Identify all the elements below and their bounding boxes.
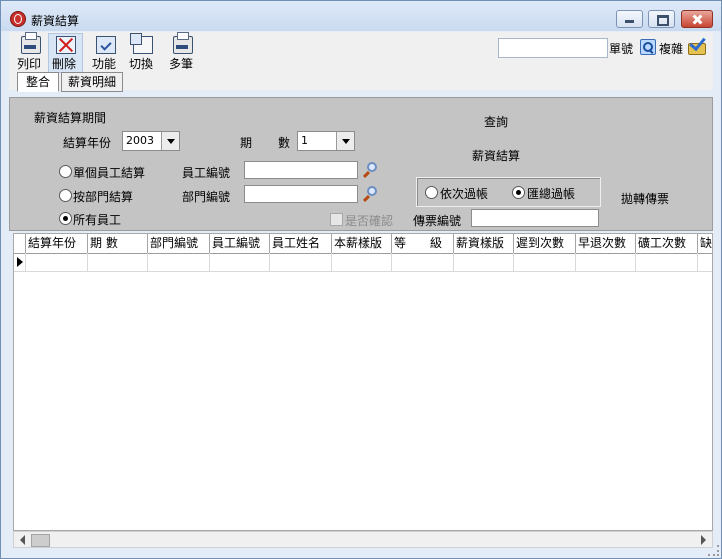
col-base-template[interactable]: 本薪樣版 (332, 234, 392, 253)
year-label: 結算年份 (63, 136, 112, 150)
multi-icon (173, 32, 193, 54)
throw-voucher-label[interactable]: 拋轉傳票 (621, 190, 669, 207)
delete-icon (56, 36, 76, 54)
post-summary-radio[interactable] (512, 186, 525, 199)
posting-method-group: 依次過帳 匯總過帳 (416, 177, 601, 207)
voucher-number-input[interactable] (471, 209, 599, 227)
close-button[interactable] (681, 10, 713, 28)
complex-search-icon[interactable] (688, 35, 706, 55)
switch-icon (130, 33, 153, 54)
col-missing[interactable]: 缺 (698, 234, 712, 253)
print-button[interactable]: 列印 (11, 32, 47, 71)
resize-grip-icon[interactable] (708, 545, 719, 556)
complex-search-label[interactable]: 複雜 (659, 40, 683, 57)
col-dept-id[interactable]: 部門編號 (148, 234, 210, 253)
parameter-panel: 薪資結算期間 結算年份 2003 期 數 1 查詢 薪資結算 單個員工結算 按部… (9, 97, 713, 231)
department-id-label: 部門編號 (182, 190, 231, 204)
period-label-1: 期 (240, 136, 253, 150)
all-employees-radio[interactable] (59, 212, 72, 225)
maximize-button[interactable] (648, 10, 675, 28)
printer-icon (21, 32, 41, 54)
col-employee-name[interactable]: 員工姓名 (270, 234, 332, 253)
tab-integrated[interactable]: 整合 (17, 72, 59, 92)
table-cell[interactable] (576, 253, 636, 271)
row-header-corner (14, 234, 26, 253)
table-cell[interactable] (454, 253, 514, 271)
scroll-right-icon[interactable] (701, 535, 706, 545)
toolbar: 列印 刪除 功能 切換 多筆 單號 複雜 整合 薪資明細 (9, 32, 713, 92)
title-bar: 薪資結算 (1, 1, 721, 31)
table-cell[interactable] (514, 253, 576, 271)
post-by-order-label: 依次過帳 (440, 187, 489, 201)
period-value: 1 (301, 134, 308, 147)
employee-lookup-icon[interactable] (362, 161, 378, 177)
print-label: 列印 (16, 57, 41, 71)
confirm-checkbox[interactable] (330, 213, 343, 226)
functions-button[interactable]: 功能 (86, 33, 122, 71)
all-employees-label: 所有員工 (73, 213, 122, 227)
delete-label: 刪除 (51, 57, 76, 71)
confirm-label: 是否確認 (345, 214, 394, 228)
department-radio[interactable] (59, 189, 72, 202)
period-section-label: 薪資結算期間 (34, 111, 107, 125)
table-cell[interactable] (210, 253, 270, 271)
department-id-input[interactable] (244, 185, 358, 203)
col-grade[interactable]: 等 級 (392, 234, 454, 253)
col-period[interactable]: 期 數 (88, 234, 148, 253)
search-icon[interactable] (640, 39, 656, 55)
table-row[interactable] (14, 253, 712, 272)
app-icon (10, 11, 26, 27)
app-window: 薪資結算 列印 刪除 功能 切換 多筆 單號 複雜 整合 薪資明細 薪資結算期間… (0, 0, 722, 559)
col-late-count[interactable]: 遲到次數 (514, 234, 576, 253)
horizontal-scrollbar[interactable] (13, 531, 713, 548)
minimize-button[interactable] (616, 10, 643, 28)
query-label[interactable]: 查詢 (484, 113, 508, 130)
functions-label: 功能 (91, 57, 116, 71)
calculate-salary-label[interactable]: 薪資結算 (472, 147, 520, 164)
order-number-input[interactable] (498, 38, 608, 58)
col-salary-template[interactable]: 薪資樣版 (454, 234, 514, 253)
period-select[interactable]: 1 (297, 131, 355, 151)
tab-salary-details[interactable]: 薪資明細 (61, 72, 123, 92)
table-cell[interactable] (26, 253, 88, 271)
chevron-down-icon[interactable] (336, 132, 354, 150)
col-absence-count[interactable]: 礦工次數 (636, 234, 698, 253)
voucher-number-label: 傳票編號 (413, 214, 462, 228)
salary-grid[interactable]: 結算年份 期 數 部門編號 員工編號 員工姓名 本薪樣版 等 級 薪資樣版 遲到… (13, 233, 713, 531)
department-lookup-icon[interactable] (362, 185, 378, 201)
table-cell[interactable] (636, 253, 698, 271)
delete-button[interactable]: 刪除 (46, 33, 82, 71)
multi-button[interactable]: 多筆 (163, 32, 199, 71)
table-cell[interactable] (148, 253, 210, 271)
scroll-left-icon[interactable] (20, 535, 25, 545)
functions-icon (96, 36, 116, 54)
employee-id-label: 員工編號 (182, 166, 231, 180)
post-summary-label: 匯總過帳 (527, 187, 576, 201)
grid-header: 結算年份 期 數 部門編號 員工編號 員工姓名 本薪樣版 等 級 薪資樣版 遲到… (14, 234, 712, 254)
employee-id-input[interactable] (244, 161, 358, 179)
chevron-down-icon[interactable] (161, 132, 179, 150)
order-number-label: 單號 (609, 42, 634, 56)
table-cell[interactable] (270, 253, 332, 271)
single-employee-radio[interactable] (59, 165, 72, 178)
table-cell[interactable] (88, 253, 148, 271)
window-title: 薪資結算 (31, 14, 80, 28)
year-value: 2003 (126, 134, 154, 147)
year-select[interactable]: 2003 (122, 131, 180, 151)
post-by-order-radio[interactable] (425, 186, 438, 199)
single-employee-label: 單個員工結算 (73, 166, 146, 180)
switch-label: 切換 (128, 57, 153, 71)
department-label: 按部門結算 (73, 190, 134, 204)
multi-label: 多筆 (168, 57, 193, 71)
col-employee-id[interactable]: 員工編號 (210, 234, 270, 253)
row-header-cell (14, 253, 26, 271)
period-label-2: 數 (278, 136, 291, 150)
switch-button[interactable]: 切換 (123, 33, 159, 71)
table-cell[interactable] (332, 253, 392, 271)
table-cell[interactable] (392, 253, 454, 271)
scroll-thumb[interactable] (31, 534, 50, 547)
col-settle-year[interactable]: 結算年份 (26, 234, 88, 253)
col-early-leave-count[interactable]: 早退次數 (576, 234, 636, 253)
